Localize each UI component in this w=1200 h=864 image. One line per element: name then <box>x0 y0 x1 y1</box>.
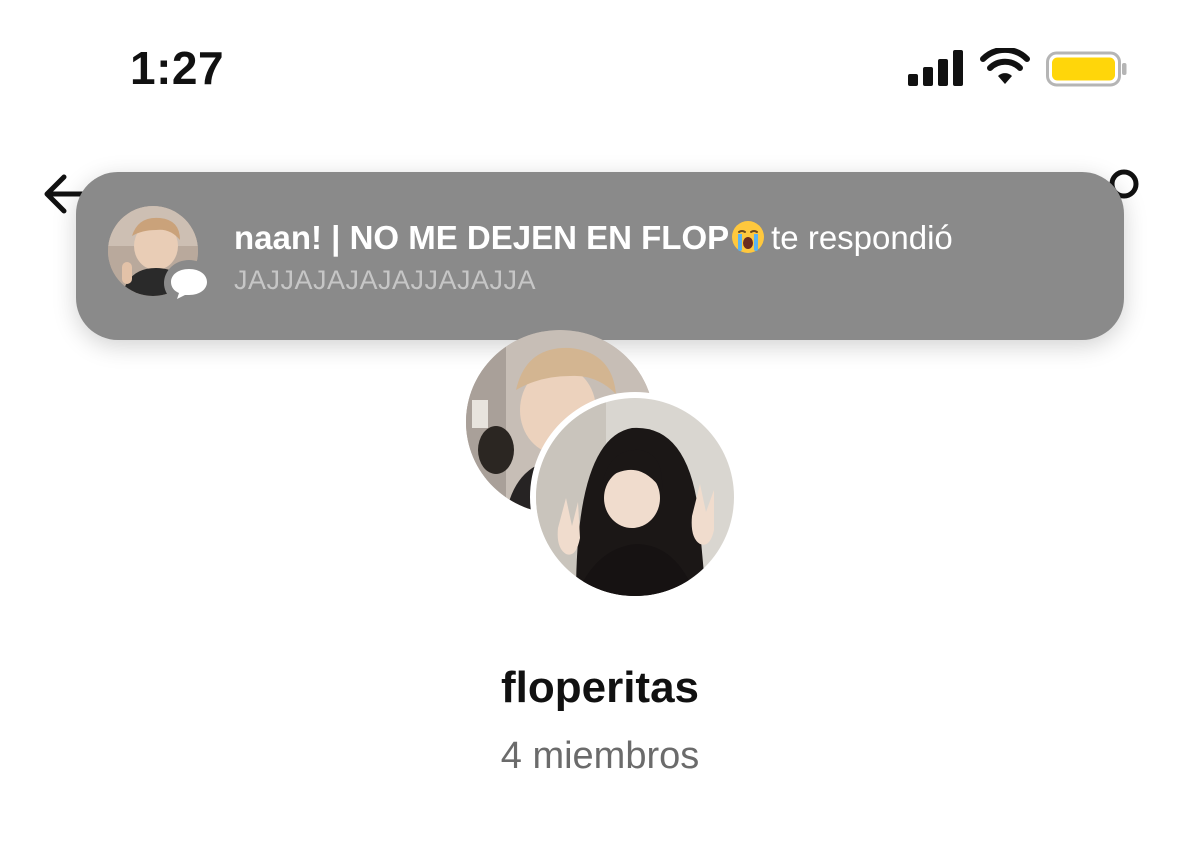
crying-emoji-icon <box>732 221 765 253</box>
signal-icon <box>908 50 963 86</box>
notification-title: naan! | NO ME DEJEN EN FLOP te respondió <box>234 218 953 258</box>
notification-username: naan! | NO ME DEJEN EN FLOP <box>234 219 730 256</box>
group-name: floperitas <box>500 663 700 712</box>
group-avatar-member-2 <box>536 398 734 596</box>
speech-bubble-icon <box>171 269 207 299</box>
wifi-icon <box>980 48 1030 84</box>
member-count[interactable]: 4 miembros <box>0 732 1200 780</box>
reply-notification[interactable]: naan! | NO ME DEJEN EN FLOP te respondió… <box>76 172 1124 340</box>
notification-action: te respondió <box>771 219 953 256</box>
status-time: 1:27 <box>130 42 225 94</box>
comment-badge <box>164 260 214 306</box>
notification-message: JAJJAJAJAJAJJAJAJJA <box>234 265 537 295</box>
battery-icon <box>1046 51 1127 87</box>
